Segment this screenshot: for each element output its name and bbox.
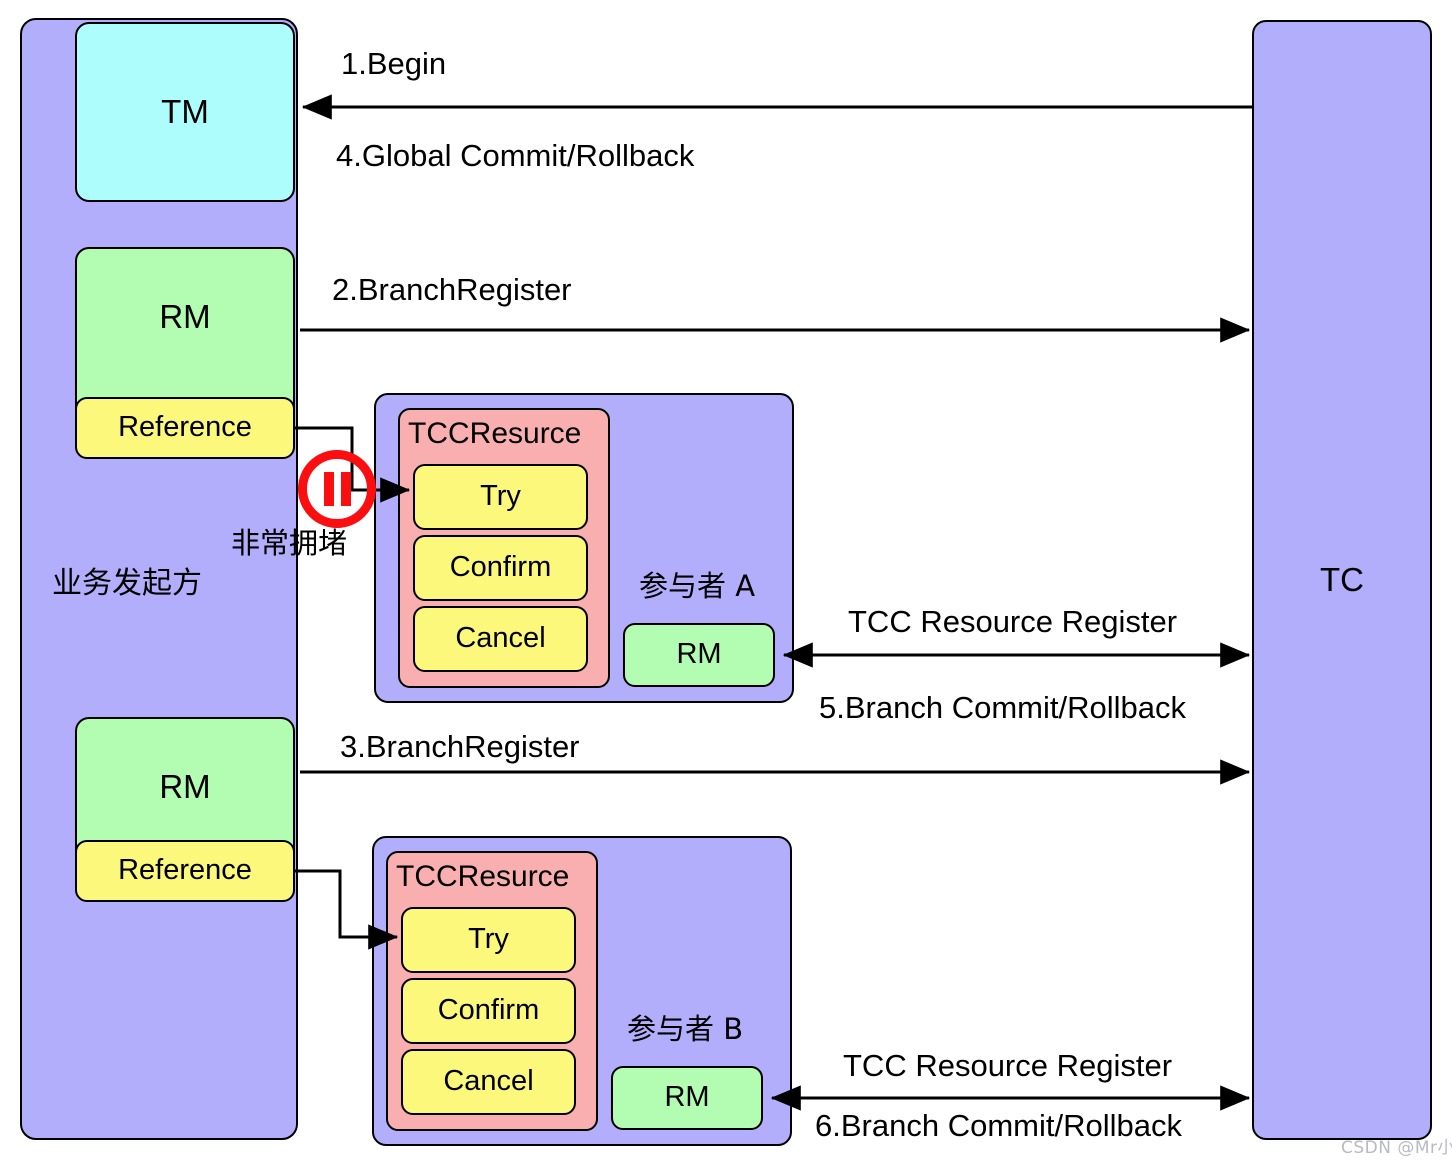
message-branch-register-3: 3.BranchRegister <box>340 729 580 764</box>
initiator-label: 业务发起方 <box>52 566 202 601</box>
congestion-label: 非常拥堵 <box>231 526 348 560</box>
method-label: Confirm <box>449 551 552 584</box>
tm-box[interactable]: TM <box>75 22 295 202</box>
participant-a-tccresource-title: TCCResurce <box>408 417 582 450</box>
message-begin: 1.Begin <box>341 46 447 81</box>
message-tcc-resource-register-a: TCC Resource Register <box>848 604 1178 639</box>
rm-bottom-label: RM <box>159 768 211 805</box>
message-global-commit: 4.Global Commit/Rollback <box>336 138 695 173</box>
reference-bottom-box[interactable]: Reference <box>75 840 295 902</box>
method-label: Try <box>480 480 521 513</box>
reference-top-label: Reference <box>118 411 252 444</box>
rm-label: RM <box>676 638 722 671</box>
participant-a-label: 参与者 A <box>639 569 756 603</box>
participant-b-label: 参与者 B <box>627 1012 744 1046</box>
tc-label: TC <box>1320 560 1364 598</box>
method-label: Try <box>468 923 509 956</box>
tc-box[interactable]: TC <box>1252 20 1432 1140</box>
participant-a-rm-box[interactable]: RM <box>623 623 775 687</box>
rm-label: RM <box>664 1081 710 1114</box>
diagram-canvas: 业务发起方 TM RM Reference RM Reference TC TC… <box>0 0 1452 1160</box>
pause-bar-right <box>340 472 351 506</box>
message-branch-register-2: 2.BranchRegister <box>332 272 572 307</box>
method-label: Cancel <box>443 1065 534 1098</box>
method-label: Cancel <box>455 622 546 655</box>
method-label: Confirm <box>437 994 540 1027</box>
participant-a-method-cancel[interactable]: Cancel <box>413 606 588 672</box>
tm-label: TM <box>161 92 209 130</box>
reference-top-box[interactable]: Reference <box>75 397 295 459</box>
message-branch-commit-6: 6.Branch Commit/Rollback <box>815 1108 1182 1143</box>
rm-top-label: RM <box>159 298 211 335</box>
participant-b-method-confirm[interactable]: Confirm <box>401 978 576 1044</box>
participant-b-tccresource-title: TCCResurce <box>396 860 570 893</box>
participant-b-rm-box[interactable]: RM <box>611 1066 763 1130</box>
pause-icon <box>298 450 376 528</box>
participant-b-method-cancel[interactable]: Cancel <box>401 1049 576 1115</box>
message-tcc-resource-register-b: TCC Resource Register <box>843 1048 1173 1083</box>
participant-a-method-try[interactable]: Try <box>413 464 588 530</box>
participant-b-method-try[interactable]: Try <box>401 907 576 973</box>
participant-a-method-confirm[interactable]: Confirm <box>413 535 588 601</box>
reference-bottom-label: Reference <box>118 854 252 887</box>
pause-bar-left <box>323 472 334 506</box>
watermark: CSDN @Mr小林 <box>1341 1138 1452 1158</box>
message-branch-commit-5: 5.Branch Commit/Rollback <box>819 690 1186 725</box>
